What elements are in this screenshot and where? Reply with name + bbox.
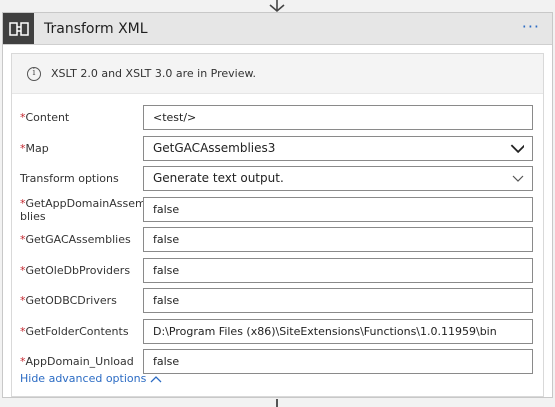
field-label: Transform options bbox=[20, 172, 119, 185]
card-header[interactable]: Transform XML ··· bbox=[3, 13, 552, 45]
map-select-value: GetGACAssemblies3 bbox=[153, 141, 276, 155]
more-options-button[interactable]: ··· bbox=[522, 19, 540, 35]
getgacassemblies-input[interactable]: false bbox=[143, 227, 533, 252]
chevron-up-icon bbox=[150, 375, 162, 382]
field-row-getodbcdrivers: *GetODBCDrivers false bbox=[12, 288, 543, 313]
getappdomainassemblies-input[interactable]: false bbox=[143, 197, 533, 222]
map-select[interactable]: GetGACAssemblies3 bbox=[143, 136, 533, 161]
transform-xml-card: Transform XML ··· i XSLT 2.0 and XSLT 3.… bbox=[2, 12, 553, 398]
field-label: *GetOleDbProviders bbox=[20, 264, 131, 277]
field-row-map: *Map GetGACAssemblies3 bbox=[12, 136, 543, 161]
field-row-getfoldercontents: *GetFolderContents D:\Program Files (x86… bbox=[12, 319, 543, 344]
field-row-getappdomainassemblies: *GetAppDomainAssem blies false bbox=[12, 197, 543, 223]
transform-options-value: Generate text output. bbox=[153, 171, 284, 185]
field-label: *GetODBCDrivers bbox=[20, 294, 117, 307]
field-label: *GetFolderContents bbox=[20, 325, 129, 338]
field-row-content: *Content <test/> bbox=[12, 105, 543, 130]
flow-connector bbox=[276, 399, 278, 407]
transform-xml-logo-icon bbox=[3, 13, 34, 44]
hide-advanced-options-label: Hide advanced options bbox=[20, 372, 147, 385]
field-label: *AppDomain_Unload bbox=[20, 355, 134, 368]
card-title: Transform XML bbox=[44, 20, 148, 37]
field-label: *Map bbox=[20, 142, 49, 155]
field-label: *Content bbox=[20, 111, 70, 124]
field-row-getoledbproviders: *GetOleDbProviders false bbox=[12, 258, 543, 283]
getoledbproviders-input[interactable]: false bbox=[143, 258, 533, 283]
appdomain-unload-input[interactable]: false bbox=[143, 349, 533, 374]
field-label: *GetAppDomainAssem blies bbox=[20, 197, 146, 223]
chevron-down-icon bbox=[512, 175, 524, 182]
transform-options-select[interactable]: Generate text output. bbox=[143, 166, 533, 191]
info-icon: i bbox=[27, 66, 41, 81]
chevron-down-icon bbox=[510, 144, 524, 153]
content-input[interactable]: <test/> bbox=[143, 105, 533, 130]
field-label: *GetGACAssemblies bbox=[20, 233, 131, 246]
card-body: i XSLT 2.0 and XSLT 3.0 are in Preview. … bbox=[11, 53, 544, 397]
info-banner: i XSLT 2.0 and XSLT 3.0 are in Preview. bbox=[12, 54, 543, 94]
field-row-getgacassemblies: *GetGACAssemblies false bbox=[12, 227, 543, 252]
info-banner-text: XSLT 2.0 and XSLT 3.0 are in Preview. bbox=[51, 67, 256, 80]
getodbcdrivers-input[interactable]: false bbox=[143, 288, 533, 313]
hide-advanced-options-link[interactable]: Hide advanced options bbox=[20, 372, 162, 385]
field-row-appdomain-unload: *AppDomain_Unload false bbox=[12, 349, 543, 374]
field-row-transform-options: Transform options Generate text output. bbox=[12, 166, 543, 191]
getfoldercontents-input[interactable]: D:\Program Files (x86)\SiteExtensions\Fu… bbox=[143, 319, 533, 344]
